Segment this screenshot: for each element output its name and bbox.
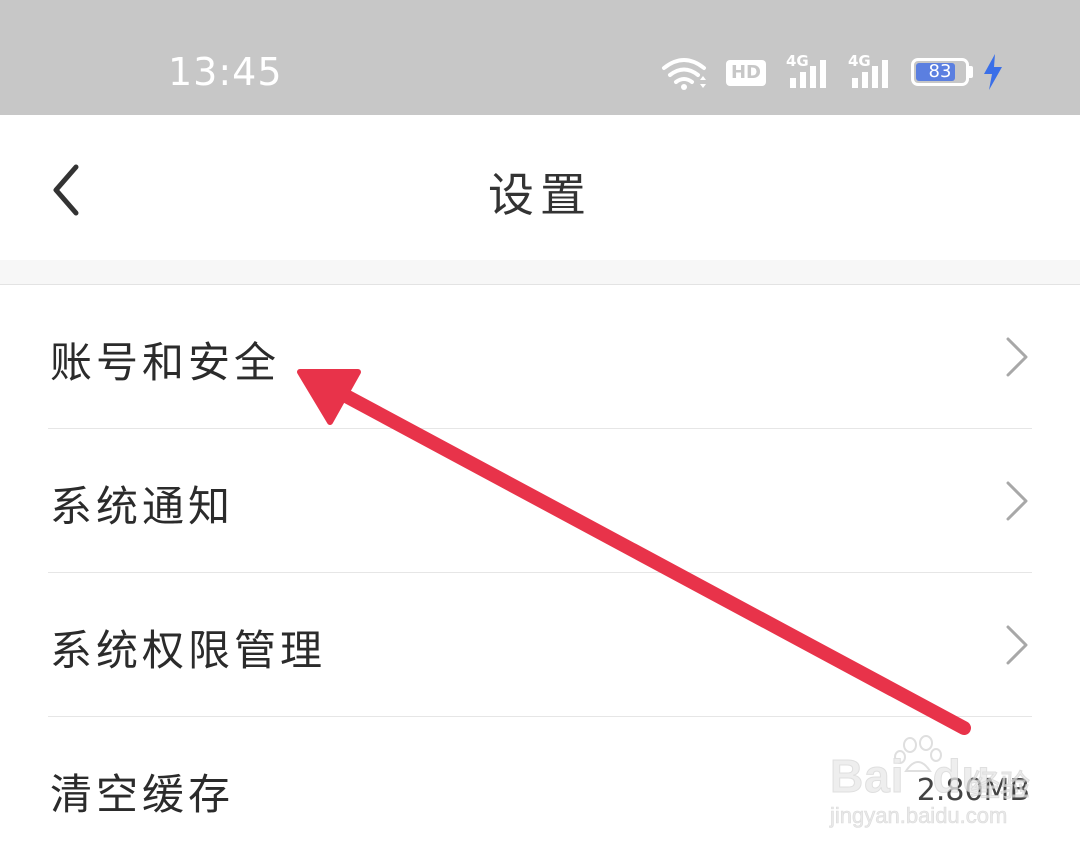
- settings-item-label: 清空缓存: [50, 770, 235, 819]
- charging-bolt-icon: [984, 54, 1002, 90]
- status-bar: 13:45 HD 4G 4G 83: [0, 0, 1080, 115]
- section-divider: [0, 260, 1080, 285]
- watermark-brand: Bai du: [830, 750, 991, 803]
- settings-item-label: 系统权限管理: [50, 626, 327, 675]
- signal-group-2: 4G: [848, 52, 894, 92]
- signal-icon: [790, 60, 826, 88]
- battery-tip: [969, 66, 973, 78]
- signal-icon: [852, 60, 888, 88]
- settings-item-label: 账号和安全: [50, 338, 281, 387]
- settings-item-label: 系统通知: [50, 482, 235, 531]
- watermark-url: jingyan.baidu.com: [830, 803, 1008, 829]
- settings-item-permissions[interactable]: 系统权限管理: [48, 573, 1032, 717]
- battery-percent: 83: [928, 61, 952, 82]
- hd-voice-icon: HD: [726, 60, 766, 86]
- chevron-right-icon: [1006, 337, 1028, 377]
- settings-item-account-security[interactable]: 账号和安全: [48, 285, 1032, 429]
- chevron-right-icon: [1006, 481, 1028, 521]
- battery-icon: 83: [911, 58, 969, 86]
- watermark-sub: 经验: [970, 769, 1031, 805]
- settings-item-system-notifications[interactable]: 系统通知: [48, 429, 1032, 573]
- signal-group-1: 4G: [786, 52, 832, 92]
- watermark: Bai du 经验 jingyan.baidu.com: [830, 735, 1060, 835]
- page-title: 设置: [488, 168, 592, 222]
- status-time: 13:45: [168, 50, 283, 94]
- header: 设置: [0, 115, 1080, 260]
- chevron-right-icon: [1006, 625, 1028, 665]
- wifi-icon: [662, 58, 706, 90]
